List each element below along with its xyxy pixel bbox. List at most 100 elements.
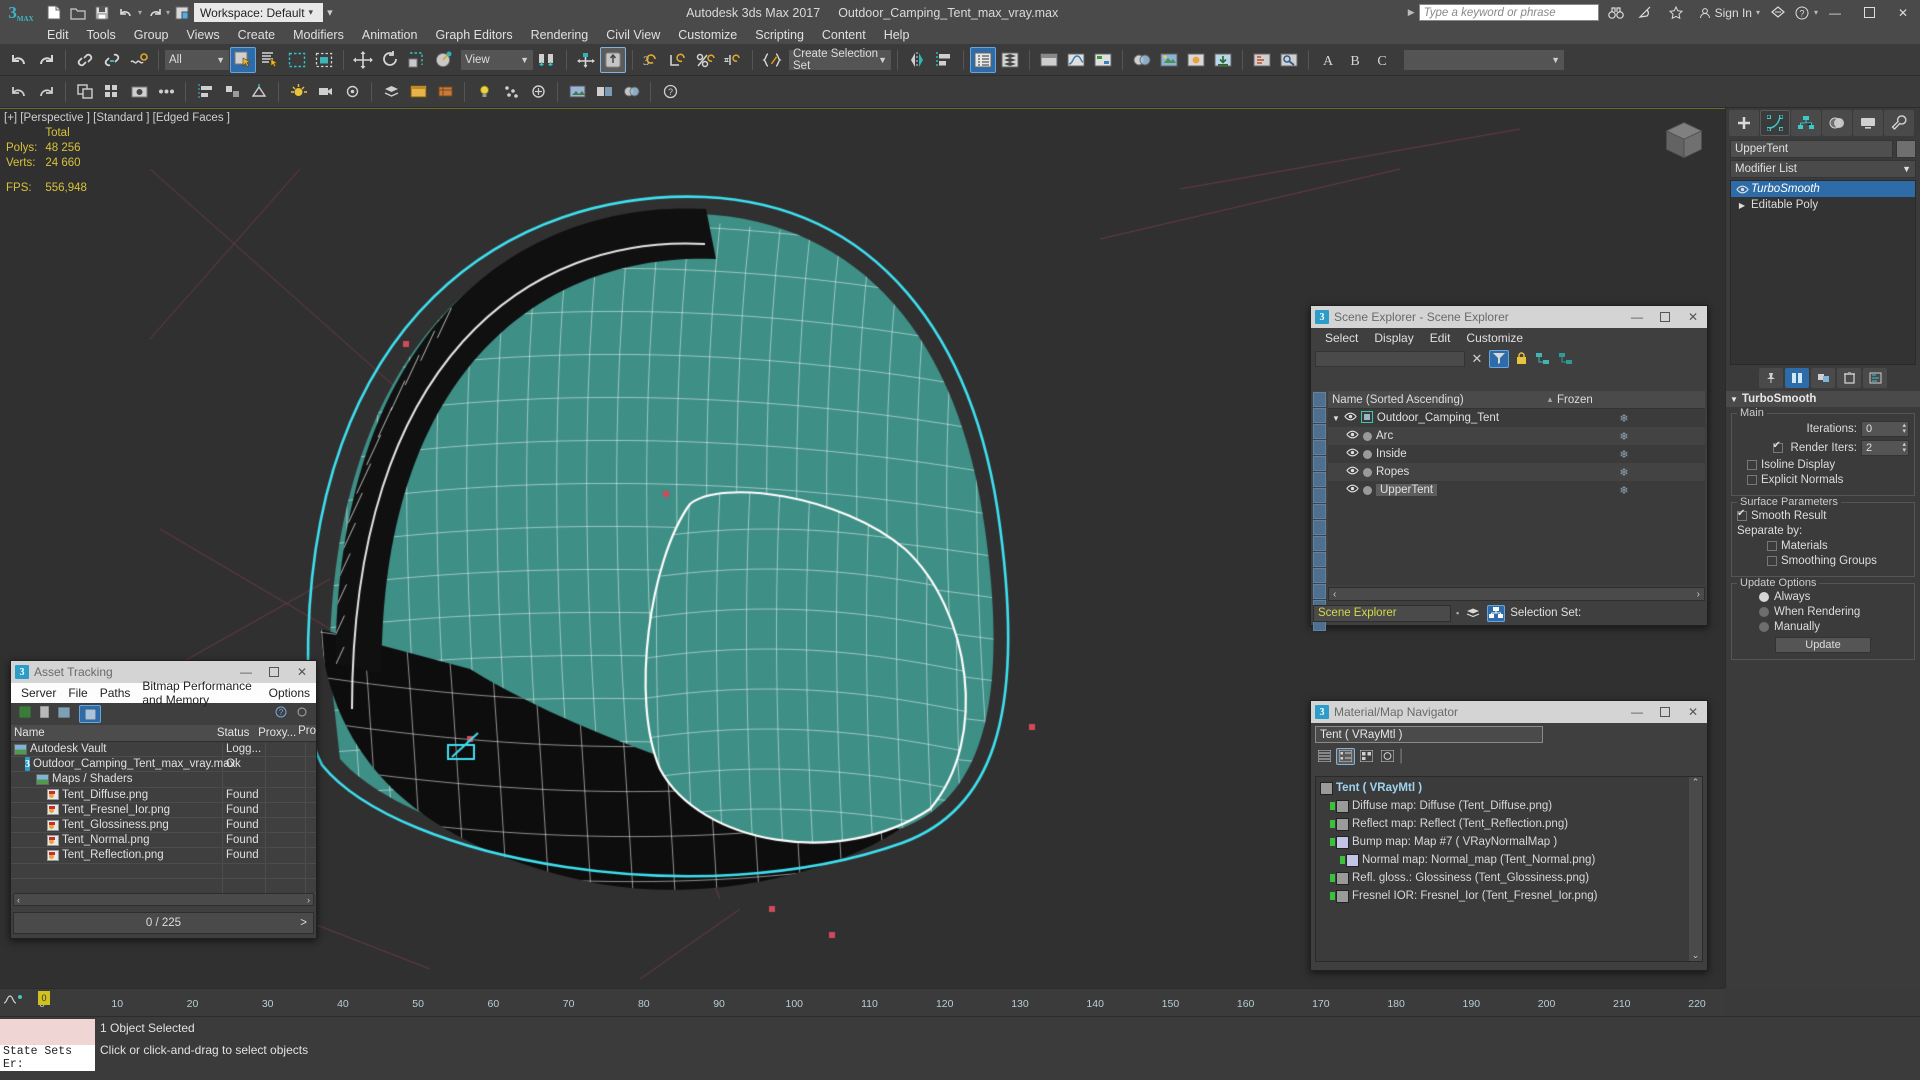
helper-filter-icon[interactable] (1313, 456, 1326, 471)
save-file-button[interactable] (90, 2, 114, 24)
app-logo-icon[interactable]: 3 MAX (0, 0, 42, 25)
spinner-arrows-icon[interactable]: ▴ ▾ (1902, 422, 1906, 435)
xref-filter-icon[interactable] (1313, 536, 1326, 551)
visibility-eye-icon[interactable] (1344, 411, 1357, 425)
frozen-icon[interactable]: ❄ (1619, 467, 1628, 479)
asset-tracking-row[interactable]: 3 Outdoor_Camping_Tent_max_vray.max Ok (11, 757, 316, 773)
matnav-tree-area[interactable]: Tent ( VRayMtl ) Diffuse map: Diffuse (Te… (1315, 776, 1703, 962)
shape-filter-icon[interactable] (1313, 408, 1326, 423)
window-minimize-button[interactable]: — (1818, 0, 1852, 25)
menu-item-modifiers[interactable]: Modifiers (284, 28, 353, 42)
at-refresh-icon[interactable] (18, 705, 32, 723)
at-menu-bitmap-performance[interactable]: Bitmap Performance and Memory (136, 679, 262, 707)
scene-explorer-tab[interactable]: Scene Explorer (1313, 604, 1451, 622)
iterations-spinner[interactable]: 0 ▴ ▾ (1861, 421, 1909, 437)
redo-button[interactable] (142, 2, 166, 24)
at-list-icon[interactable] (39, 705, 50, 723)
object-color-swatch[interactable] (1896, 140, 1916, 158)
mass-fx-icon[interactable] (525, 79, 551, 105)
project-folder-toolbar-icon[interactable] (1249, 47, 1275, 73)
scene-explorer-row[interactable]: Ropes ❄ (1328, 463, 1705, 481)
scene-explorer-maximize[interactable] (1651, 306, 1679, 328)
make-unique-icon[interactable] (1811, 368, 1835, 388)
tab-create[interactable] (1729, 110, 1759, 136)
workspace-dropdown-icon[interactable]: ▾ (305, 7, 318, 18)
at-col-name[interactable]: Name (11, 725, 214, 741)
at-menu-paths[interactable]: Paths (94, 686, 137, 700)
bind-to-space-warp-icon[interactable] (126, 47, 152, 73)
manually-radio[interactable] (1759, 622, 1769, 632)
tab-hierarchy[interactable] (1791, 110, 1821, 136)
scroll-left-icon[interactable]: ‹ (1333, 589, 1336, 600)
rollup-header[interactable]: ▼ TurboSmooth (1726, 391, 1920, 407)
state-sets-error[interactable]: State Sets Er: (0, 1045, 95, 1071)
expand-arrow-icon[interactable]: ▶ (1733, 201, 1751, 210)
expand-hierarchy-icon[interactable] (1533, 350, 1553, 368)
visibility-eye-icon[interactable] (1346, 465, 1359, 479)
asset-tracking-row[interactable]: Tent_Normal.png Found (11, 833, 316, 849)
scene-explorer-list-area[interactable]: Name (Sorted Ascending) ▴ Frozen ▼ Outdoo… (1328, 391, 1705, 585)
asset-tracking-row[interactable]: Tent_Glossiness.png Found (11, 817, 316, 834)
modifier-visibility-icon[interactable] (1733, 184, 1751, 195)
matnav-tree-row[interactable]: Tent ( VRayMtl ) (1316, 779, 1702, 797)
when-rendering-radio[interactable] (1759, 607, 1769, 617)
undo-view-icon[interactable] (6, 79, 32, 105)
select-object-icon[interactable] (230, 46, 256, 73)
matnav-tree-row[interactable]: Fresnel IOR: Fresnel_Ior (Tent_Fresnel_I… (1316, 887, 1702, 905)
scroll-right-icon[interactable]: › (1697, 589, 1700, 600)
layer-explorer-icon[interactable] (997, 47, 1023, 73)
menu-item-customize[interactable]: Customize (669, 28, 746, 42)
scroll-down-icon[interactable]: ⌄ (1692, 950, 1700, 961)
schematic-view-icon[interactable] (1090, 47, 1116, 73)
render-setup-icon[interactable] (1156, 47, 1182, 73)
modifier-stack-item[interactable]: ▶ Editable Poly (1731, 197, 1915, 213)
asset-tracking-window[interactable]: 3 Asset Tracking — ✕ Server File Paths B… (10, 660, 317, 939)
quick-align-icon[interactable] (219, 79, 245, 105)
menu-item-graph-editors[interactable]: Graph Editors (426, 28, 521, 42)
render-iters-checkbox[interactable] (1772, 440, 1783, 453)
all-filter-icon[interactable] (1313, 584, 1326, 599)
material-map-navigator-window[interactable]: 3 Material/Map Navigator — ✕ Tent ( VRay… (1310, 700, 1708, 971)
spinner-snap-toggle-icon[interactable] (720, 47, 746, 73)
smooth-result-row[interactable]: Smooth Result (1737, 508, 1909, 522)
percent-snap-toggle-icon[interactable] (693, 47, 719, 73)
place-highlight-icon[interactable] (285, 79, 311, 105)
layer-manager-icon[interactable] (378, 79, 404, 105)
scroll-up-icon[interactable]: ⌃ (1692, 777, 1700, 788)
isoline-checkbox[interactable] (1747, 460, 1757, 470)
matnav-tree-row[interactable]: Normal map: Normal_map (Tent_Normal.png) (1316, 851, 1702, 869)
scene-explorer-row-name[interactable]: UpperTent (1376, 484, 1438, 496)
scene-explorer-row[interactable]: Inside ❄ (1328, 445, 1705, 463)
tab-modify[interactable] (1760, 110, 1790, 136)
filter-funnel-icon[interactable] (1489, 349, 1509, 368)
exchange-app-icon[interactable] (1766, 2, 1790, 24)
large-icons-view-icon[interactable] (1378, 748, 1397, 765)
reference-coordinate-dropdown[interactable]: View ▼ (461, 49, 533, 70)
workspace-selector[interactable]: Workspace: Default ▾ (194, 3, 324, 22)
at-settings-icon[interactable] (296, 705, 308, 723)
spinner-arrows-icon[interactable]: ▴ ▾ (1902, 441, 1906, 454)
smoothing-groups-checkbox[interactable] (1767, 556, 1777, 566)
scene-explorer-titlebar[interactable]: 3 Scene Explorer - Scene Explorer — ✕ (1311, 306, 1707, 328)
angle-snap-icon[interactable] (666, 47, 692, 73)
menu-item-group[interactable]: Group (125, 28, 178, 42)
track-bar[interactable]: 0 10 20 30 40 50 60 70 80 90 100 110 120 130 140 150 160… (0, 988, 1725, 1016)
help-icon[interactable]: ? (1790, 2, 1814, 24)
scene-explorer-toggle-icon[interactable] (970, 46, 996, 73)
infocenter-search[interactable]: ▶ Type a keyword or phrase (1408, 0, 1689, 26)
particle-filter-icon[interactable] (1313, 520, 1326, 535)
angle-snap-toggle-icon[interactable]: 3 (639, 47, 665, 73)
matnav-vscrollbar[interactable]: ⌃ ⌄ (1689, 777, 1702, 961)
snaps-toggle-icon[interactable] (600, 46, 626, 73)
manage-scene-states-icon[interactable] (405, 79, 431, 105)
at-menu-server[interactable]: Server (15, 686, 62, 700)
matnav-tree-row[interactable]: Reflect map: Reflect (Tent_Reflection.pn… (1316, 815, 1702, 833)
camera-filter-icon[interactable] (1313, 440, 1326, 455)
mirror-icon[interactable] (904, 47, 930, 73)
at-grid-icon[interactable] (57, 705, 71, 723)
open-file-button[interactable] (66, 2, 90, 24)
asset-tracking-row[interactable]: Tent_Reflection.png Found (11, 848, 316, 864)
light-lister-icon[interactable] (471, 79, 497, 105)
scene-explorer-row[interactable]: ▼ Outdoor_Camping_Tent ❄ (1328, 409, 1705, 427)
asset-tracking-row[interactable]: Tent_Fresnel_Ior.png Found (11, 802, 316, 818)
